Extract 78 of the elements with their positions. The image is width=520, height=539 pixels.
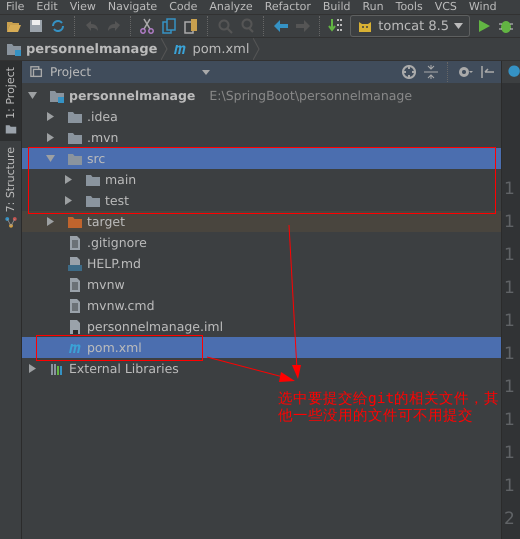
menu-item[interactable]: Edit — [36, 0, 58, 14]
collapse-all-icon[interactable] — [423, 64, 439, 80]
menu-item[interactable]: File — [6, 0, 24, 14]
markdown-file-icon — [67, 256, 83, 272]
tree-row[interactable]: personnelmanage.iml — [22, 316, 501, 337]
file-icon — [67, 234, 83, 250]
tree-row[interactable]: personnelmanage E:\SpringBoot\personnelmanage — [22, 85, 501, 106]
menu-item[interactable]: Run — [362, 0, 384, 14]
annotation-note: 选中要提交给git的相关文件，其他一些没用的文件可不用提交 — [278, 391, 500, 425]
menu-item[interactable]: Code — [169, 0, 198, 14]
locate-icon[interactable] — [401, 64, 417, 80]
tree-label: target — [87, 214, 126, 229]
tree-label: External Libraries — [69, 361, 179, 376]
tree-row[interactable]: mvnw.cmd — [22, 295, 501, 316]
project-path: E:\SpringBoot\personnelmanage — [209, 88, 412, 103]
tree-label: personnelmanage.iml — [87, 319, 224, 334]
tree-row[interactable]: .idea — [22, 106, 501, 127]
collapse-arrow-icon[interactable] — [28, 91, 37, 100]
folder-icon — [4, 122, 16, 135]
menu-item[interactable]: Wind — [468, 0, 497, 14]
tree-row[interactable]: HELP.md — [22, 253, 501, 274]
tree-label: mvnw.cmd — [87, 298, 155, 313]
tree-row[interactable]: main — [22, 169, 501, 190]
breadcrumb-item[interactable]: pom.xml — [192, 42, 250, 56]
tree-row[interactable]: target — [22, 211, 501, 232]
caret-icon — [454, 23, 464, 29]
module-file-icon — [67, 318, 83, 334]
structure-icon — [4, 216, 16, 228]
tree-row[interactable]: External Libraries — [22, 358, 501, 379]
sync-icon[interactable] — [50, 18, 66, 34]
module-folder-icon — [6, 41, 22, 57]
back-arrow-icon[interactable] — [272, 18, 289, 34]
tree-label: personnelmanage — [69, 88, 196, 103]
run-icon[interactable] — [476, 18, 492, 34]
paste-icon[interactable] — [183, 18, 200, 34]
tree-label: .idea — [87, 109, 118, 124]
tree-label: HELP.md — [87, 256, 141, 271]
tool-window-tab[interactable]: 7: Structure — [0, 140, 21, 234]
menu-item[interactable]: Analyze — [209, 0, 253, 14]
tree-label: .mvn — [87, 130, 118, 145]
menu-item[interactable]: View — [70, 0, 96, 14]
chevron-icon — [253, 38, 260, 60]
menu-item[interactable]: Refactor — [264, 0, 311, 14]
tree-label: pom.xml — [87, 340, 142, 355]
run-configuration-dropdown[interactable]: tomcat 8.5 — [350, 15, 470, 37]
project-view-icon — [30, 65, 44, 79]
expand-arrow-icon[interactable] — [46, 217, 55, 226]
tree-row[interactable]: .gitignore — [22, 232, 501, 253]
breadcrumb-item[interactable]: personnelmanage — [26, 42, 158, 56]
tree-label: mvnw — [87, 277, 125, 292]
expand-arrow-icon[interactable] — [28, 364, 37, 373]
file-icon — [67, 298, 83, 314]
expand-arrow-icon[interactable] — [46, 133, 55, 142]
tree-label: src — [87, 151, 106, 166]
expand-arrow-icon[interactable] — [64, 196, 73, 205]
build-icon[interactable] — [328, 18, 344, 34]
caret-icon — [202, 70, 210, 74]
copy-icon[interactable] — [161, 18, 178, 34]
menu-item[interactable]: VCS — [434, 0, 457, 14]
chevron-icon — [161, 38, 168, 60]
settings-icon[interactable] — [457, 64, 473, 80]
save-icon[interactable] — [28, 18, 44, 34]
hide-panel-icon[interactable] — [479, 64, 495, 80]
menu-item[interactable]: Tools — [396, 0, 423, 14]
tree-row[interactable]: .mvn — [22, 127, 501, 148]
expand-arrow-icon[interactable] — [64, 175, 73, 184]
tree-label: main — [105, 172, 136, 187]
cut-icon[interactable] — [139, 18, 156, 34]
tree-label: test — [105, 193, 130, 208]
tree-label: .gitignore — [87, 235, 147, 250]
tree-row[interactable]: test — [22, 190, 501, 211]
menu-item[interactable]: Build — [322, 0, 350, 14]
debug-icon[interactable] — [498, 18, 514, 34]
expand-arrow-icon[interactable] — [46, 112, 55, 121]
tree-row[interactable]: mvnw — [22, 274, 501, 295]
tool-window-tab[interactable]: 1: Project — [0, 61, 21, 141]
menu-item[interactable]: Navigate — [108, 0, 158, 14]
file-icon — [67, 276, 83, 292]
